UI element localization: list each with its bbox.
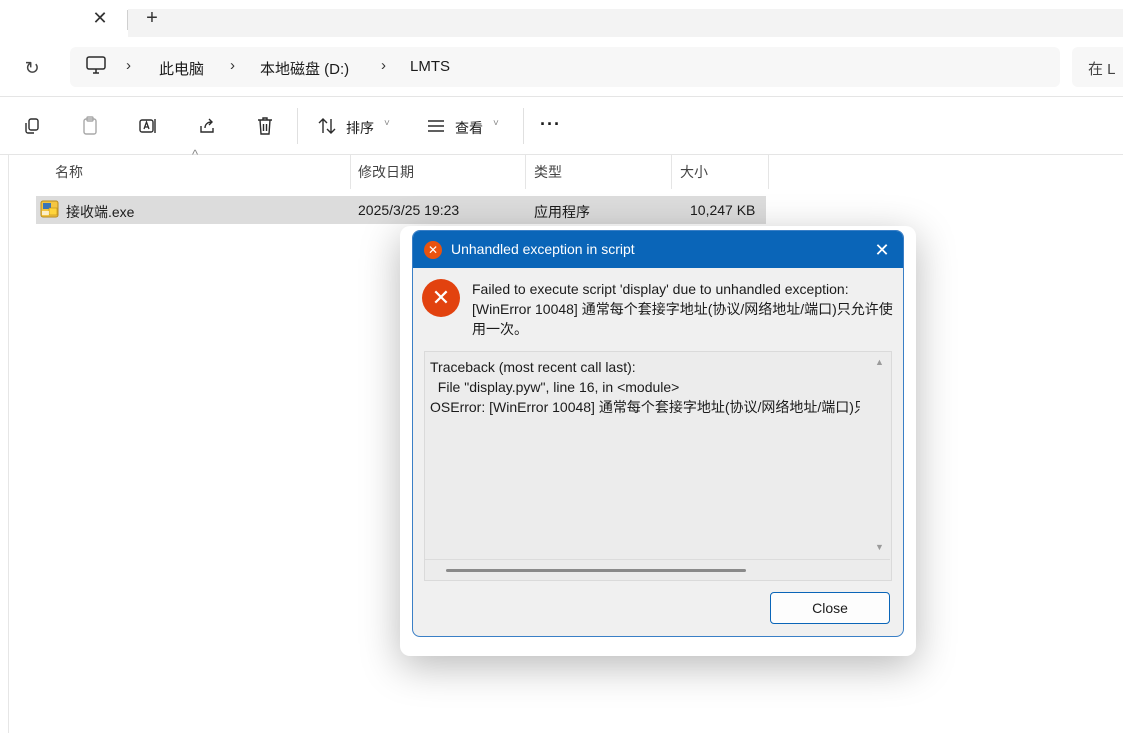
file-type: 应用程序 [534, 204, 590, 220]
column-header-type[interactable]: 类型 [534, 162, 562, 182]
refresh-icon[interactable]: ↻ [20, 56, 44, 80]
error-title-icon: ✕ [424, 241, 442, 259]
file-size: 10,247 KB [690, 202, 756, 218]
error-icon: ✕ [422, 279, 460, 317]
sort-chevron-down-icon[interactable]: ˅ [384, 118, 390, 129]
breadcrumb-local-disk[interactable]: 本地磁盘 (D:) [260, 58, 349, 79]
view-icon[interactable] [424, 114, 448, 138]
scroll-down-icon[interactable]: ▼ [875, 542, 884, 552]
dialog-close-icon[interactable]: ✕ [869, 237, 895, 263]
tab-strip-empty-area [128, 9, 1123, 37]
command-bar [0, 97, 1123, 155]
horizontal-scroll-thumb[interactable] [446, 569, 746, 572]
address-bar[interactable] [70, 47, 1060, 87]
error-message: Failed to execute script 'display' due t… [472, 281, 893, 337]
toolbar-divider [523, 108, 524, 144]
column-header-modified[interactable]: 修改日期 [358, 162, 414, 182]
column-header-size[interactable]: 大小 [680, 162, 708, 182]
column-divider[interactable] [768, 155, 769, 189]
close-button[interactable]: Close [770, 592, 890, 624]
horizontal-scrollbar[interactable] [425, 559, 890, 580]
column-divider[interactable] [671, 155, 672, 189]
paste-icon[interactable] [78, 114, 102, 138]
rename-icon[interactable] [136, 114, 160, 138]
dialog-title-bar[interactable]: ✕ Unhandled exception in script ✕ [413, 231, 903, 268]
more-options-icon[interactable]: ··· [540, 114, 561, 135]
search-placeholder: 在 L [1088, 61, 1116, 78]
vertical-scrollbar[interactable]: ▲ ▼ [869, 352, 890, 557]
sort-ascending-icon: ^ [192, 147, 199, 162]
pane-edge [8, 155, 9, 733]
new-tab-icon[interactable]: + [138, 4, 166, 32]
file-name[interactable]: 接收端.exe [66, 202, 134, 222]
column-divider[interactable] [525, 155, 526, 189]
column-divider[interactable] [350, 155, 351, 189]
python-exe-file-icon [40, 200, 59, 218]
share-icon[interactable] [195, 114, 219, 138]
breadcrumb-chevron-icon[interactable]: › [381, 57, 386, 74]
tab-divider [127, 10, 128, 30]
sort-button[interactable]: 排序 [346, 118, 374, 138]
tab-close-icon[interactable]: ✕ [86, 4, 114, 32]
exception-dialog: ✕ Unhandled exception in script ✕ ✕ Fail… [412, 230, 904, 637]
view-chevron-down-icon[interactable]: ˅ [493, 118, 499, 129]
toolbar-divider [297, 108, 298, 144]
breadcrumb-chevron-icon[interactable]: › [230, 57, 235, 74]
breadcrumb-chevron-icon[interactable]: › [126, 57, 131, 74]
breadcrumb-lmts[interactable]: LMTS [410, 58, 450, 75]
this-pc-icon[interactable] [84, 55, 108, 77]
traceback-text: Traceback (most recent call last): File … [430, 359, 860, 415]
view-button[interactable]: 查看 [455, 118, 483, 138]
traceback-textarea[interactable]: Traceback (most recent call last): File … [424, 351, 892, 581]
delete-icon[interactable] [253, 114, 277, 138]
sort-icon[interactable] [315, 114, 339, 138]
dialog-title: Unhandled exception in script [451, 241, 635, 257]
file-modified: 2025/3/25 19:23 [358, 202, 460, 218]
scroll-up-icon[interactable]: ▲ [875, 357, 884, 367]
breadcrumb-this-pc[interactable]: 此电脑 [159, 58, 204, 79]
column-header-name[interactable]: 名称 [55, 162, 83, 182]
copy-icon[interactable] [20, 114, 44, 138]
